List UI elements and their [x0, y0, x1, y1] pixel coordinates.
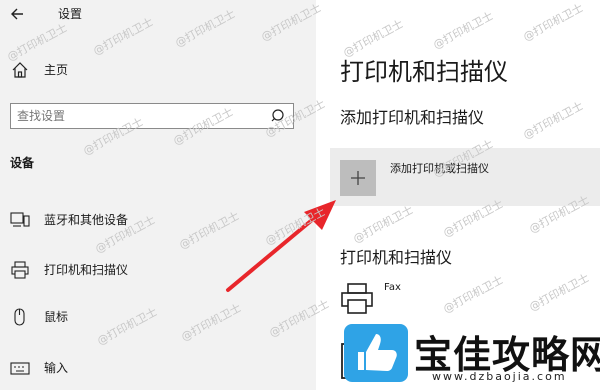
printer-name: Fax: [384, 282, 401, 293]
sidebar-item-printers[interactable]: 打印机和扫描仪: [0, 258, 316, 282]
search-box[interactable]: [10, 103, 294, 129]
sidebar-item-label: 主页: [44, 63, 69, 77]
search-input[interactable]: [17, 104, 267, 128]
plus-icon: [351, 171, 365, 185]
sidebar-item-bluetooth[interactable]: 蓝牙和其他设备: [0, 208, 316, 232]
site-watermark-logo: 宝佳攻略网 www.dzbaojia.com: [342, 318, 600, 390]
mouse-icon: [10, 308, 30, 326]
window-title: 设置: [58, 7, 83, 21]
home-icon: [10, 60, 30, 80]
settings-sidebar: 设置 主页 设备 蓝牙和其他设备 打印机和扫描仪 鼠标: [0, 0, 316, 390]
fax-printer-icon: [340, 282, 374, 316]
add-printer-button[interactable]: [340, 160, 376, 196]
search-icon[interactable]: [271, 108, 287, 124]
printers-list-title: 打印机和扫描仪: [340, 248, 453, 267]
thumbs-up-logo-icon: [344, 324, 408, 382]
bluetooth-devices-icon: [10, 211, 30, 229]
printer-icon: [10, 261, 30, 279]
brand-url: www.dzbaojia.com: [432, 370, 567, 383]
section-heading-devices: 设备: [10, 156, 35, 170]
title-bar: 设置: [0, 0, 316, 28]
sidebar-item-mouse[interactable]: 鼠标: [0, 305, 316, 329]
add-printer-label: 添加打印机或扫描仪: [390, 162, 489, 175]
sidebar-item-label: 蓝牙和其他设备: [44, 213, 129, 227]
add-section-title: 添加打印机和扫描仪: [340, 108, 485, 127]
page-title: 打印机和扫描仪: [340, 58, 508, 86]
sidebar-item-label: 鼠标: [44, 310, 69, 324]
back-arrow-icon[interactable]: [8, 4, 28, 24]
sidebar-item-typing[interactable]: 输入: [0, 356, 316, 380]
printer-list-item[interactable]: Fax: [340, 280, 540, 320]
sidebar-item-label: 打印机和扫描仪: [44, 263, 129, 277]
sidebar-item-label: 输入: [44, 361, 69, 375]
sidebar-item-home[interactable]: 主页: [0, 58, 316, 82]
add-printer-row[interactable]: 添加打印机或扫描仪: [330, 148, 600, 206]
keyboard-icon: [10, 359, 30, 377]
